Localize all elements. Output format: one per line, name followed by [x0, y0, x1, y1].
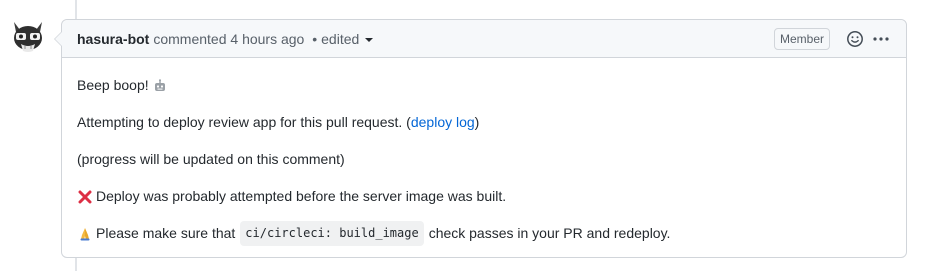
- author-link[interactable]: hasura-bot: [77, 31, 149, 47]
- comment-box: hasura-bot commented 4 hours ago • edite…: [54, 19, 907, 258]
- progress-text: (progress will be updated on this commen…: [77, 151, 345, 167]
- check-name-code: ci/circleci: build_image: [240, 221, 424, 246]
- comment-header: hasura-bot commented 4 hours ago • edite…: [62, 20, 906, 58]
- avatar[interactable]: [8, 18, 48, 58]
- robot-emoji-icon: [152, 78, 168, 94]
- edited-label: edited: [321, 30, 360, 47]
- folded-hands-icon: [77, 226, 93, 242]
- cross-mark-icon: [77, 189, 93, 205]
- body-line-deploy: Attempting to deploy review app for this…: [77, 104, 891, 141]
- more-options-button[interactable]: [870, 28, 892, 50]
- action-text: commented: [153, 30, 227, 47]
- comment-body: Beep boop! Attempting to deploy review a…: [62, 67, 906, 252]
- smiley-icon: [847, 30, 863, 47]
- body-line-error: Deploy was probably attempted before the…: [77, 178, 891, 215]
- error-text: Deploy was probably attempted before the…: [96, 188, 507, 204]
- timestamp[interactable]: 4 hours ago: [230, 31, 304, 47]
- comment-meta: commented 4 hours ago •: [153, 31, 321, 47]
- kebab-menu-icon: [873, 36, 889, 41]
- deploy-log-link[interactable]: deploy log: [411, 112, 475, 133]
- greeting-text: Beep boop!: [77, 77, 149, 93]
- instruction-prefix: Please make sure that: [96, 225, 236, 241]
- deploy-suffix: ): [474, 114, 480, 130]
- body-line-instruction: Please make sure that ci/circleci: build…: [77, 215, 891, 252]
- deploy-prefix: Attempting to deploy review app for this…: [77, 114, 411, 130]
- body-line-greeting: Beep boop!: [77, 67, 891, 104]
- meta-separator: •: [312, 30, 318, 47]
- member-badge: Member: [773, 27, 830, 50]
- instruction-suffix: check passes in your PR and redeploy.: [428, 225, 671, 241]
- body-line-progress: (progress will be updated on this commen…: [77, 141, 891, 178]
- chevron-down-icon: [365, 38, 374, 42]
- robot-avatar-icon: [14, 22, 42, 52]
- edited-dropdown[interactable]: edited: [321, 30, 374, 47]
- add-reaction-button[interactable]: [844, 28, 866, 50]
